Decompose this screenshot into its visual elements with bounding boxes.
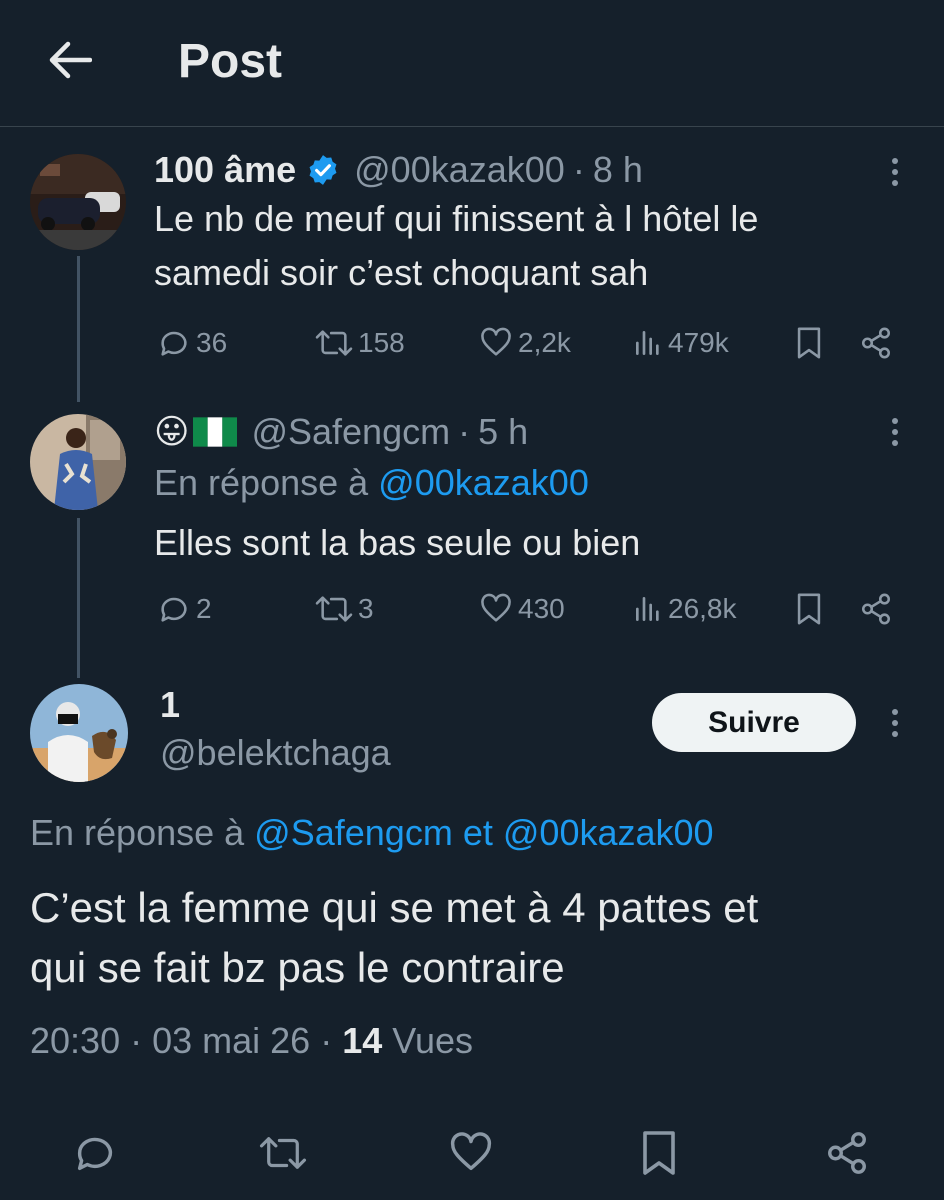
- handle[interactable]: @belektchaga: [160, 732, 391, 774]
- separator-dot: ·: [320, 1020, 343, 1061]
- views-label: Vues: [392, 1020, 474, 1061]
- retweet-button[interactable]: [258, 1128, 308, 1178]
- reply-mention-link[interactable]: @00kazak00: [503, 812, 714, 853]
- views-count: 479k: [668, 327, 729, 358]
- reply-prefix: En réponse à: [154, 462, 369, 503]
- tweet-header: 100 âme @00kazak00 · 8 h: [154, 148, 643, 192]
- reply-prefix: En réponse à: [30, 812, 245, 853]
- more-options-button[interactable]: [880, 703, 910, 743]
- share-button[interactable]: [858, 326, 894, 360]
- reply-context: En réponse à @Safengcm et @00kazak00: [30, 812, 714, 854]
- timestamp[interactable]: 5 h: [478, 411, 528, 453]
- retweet-count: 3: [358, 593, 374, 624]
- follow-button[interactable]: Suivre: [652, 693, 856, 752]
- tweet-text-line: samedi soir c’est choquant sah: [154, 252, 649, 293]
- top-bar: Post: [0, 0, 944, 127]
- like-icon: [481, 327, 511, 356]
- timestamp[interactable]: 8 h: [593, 149, 643, 191]
- bookmark-button[interactable]: [794, 592, 824, 626]
- retweet-button[interactable]: 158: [314, 326, 405, 360]
- bookmark-icon: [797, 327, 821, 359]
- like-button[interactable]: 2,2k: [478, 326, 571, 360]
- avatar[interactable]: [30, 684, 128, 782]
- tweet-text-line: qui se fait bz pas le contraire: [30, 944, 565, 991]
- reply-mention-link[interactable]: @00kazak00: [378, 462, 589, 503]
- reply-conjunction: et: [462, 812, 493, 853]
- thread-line: [77, 518, 80, 678]
- reply-button[interactable]: 36: [156, 326, 227, 360]
- bookmark-icon: [643, 1131, 675, 1175]
- tweet-text-line: C’est la femme qui se met à 4 pattes et: [30, 884, 759, 931]
- tweet-metadata: 20:30 · 03 mai 26 · 14 Vues: [30, 1020, 473, 1062]
- views-icon: [636, 331, 659, 355]
- main-tweet-text: C’est la femme qui se met à 4 pattes et …: [30, 878, 758, 998]
- tweet-text: Elles sont la bas seule ou bien: [154, 522, 641, 563]
- reply-button[interactable]: [70, 1128, 120, 1178]
- arrow-left-icon: [49, 41, 92, 79]
- display-name[interactable]: 100 âme: [154, 149, 296, 191]
- bookmark-icon: [797, 593, 821, 625]
- views-button[interactable]: 26,8k: [632, 592, 737, 626]
- share-icon: [828, 1132, 866, 1174]
- reply-icon: [77, 1137, 113, 1171]
- share-icon: [861, 327, 891, 359]
- like-count: 2,2k: [518, 327, 571, 358]
- retweet-button[interactable]: 3: [314, 592, 374, 626]
- share-button[interactable]: [858, 592, 894, 626]
- page-title: Post: [178, 35, 283, 88]
- separator-dot: ·: [572, 149, 585, 190]
- like-count: 430: [518, 593, 565, 624]
- avatar[interactable]: [30, 414, 126, 510]
- share-button[interactable]: [822, 1128, 872, 1178]
- handle[interactable]: @Safengcm: [251, 411, 450, 453]
- reply-context: En réponse à @00kazak00: [154, 462, 589, 504]
- share-icon: [861, 593, 891, 625]
- thread-line: [77, 256, 80, 402]
- post-date[interactable]: 03 mai 26: [152, 1020, 310, 1061]
- reply-mention-link[interactable]: @Safengcm: [254, 812, 453, 853]
- avatar[interactable]: [30, 154, 126, 250]
- retweet-count: 158: [358, 327, 405, 358]
- bookmark-button[interactable]: [634, 1128, 684, 1178]
- verified-badge-icon: [309, 155, 337, 185]
- tweet-text: Le nb de meuf qui finissent à l hôtel le…: [154, 192, 758, 300]
- views-button[interactable]: 479k: [632, 326, 729, 360]
- retweet-icon: [259, 1137, 307, 1169]
- like-icon: [450, 1132, 492, 1171]
- post-time[interactable]: 20:30: [30, 1020, 120, 1061]
- separator-dot: ·: [458, 411, 471, 452]
- like-button[interactable]: [446, 1128, 496, 1178]
- display-name-emoji[interactable]: 😛: [154, 412, 189, 452]
- like-button[interactable]: 430: [478, 592, 565, 626]
- handle[interactable]: @00kazak00: [354, 149, 565, 191]
- more-options-button[interactable]: [880, 412, 910, 452]
- views-count: 26,8k: [668, 593, 737, 624]
- tweet-text-line: Le nb de meuf qui finissent à l hôtel le: [154, 198, 759, 239]
- retweet-icon: [315, 330, 353, 356]
- bookmark-button[interactable]: [794, 326, 824, 360]
- separator-dot: ·: [130, 1020, 153, 1061]
- reply-icon: [161, 331, 187, 356]
- display-name[interactable]: 1: [160, 684, 180, 726]
- views-count[interactable]: 14: [342, 1020, 382, 1061]
- retweet-icon: [315, 596, 353, 622]
- back-button[interactable]: [44, 36, 96, 84]
- like-icon: [481, 593, 511, 622]
- nigeria-flag-icon: [193, 417, 238, 447]
- reply-icon: [161, 597, 187, 622]
- more-options-button[interactable]: [880, 152, 910, 192]
- reply-count: 2: [196, 593, 212, 624]
- reply-button[interactable]: 2: [156, 592, 212, 626]
- tweet-header: 😛 @Safengcm · 5 h: [154, 410, 528, 454]
- views-icon: [636, 597, 659, 621]
- reply-count: 36: [196, 327, 228, 358]
